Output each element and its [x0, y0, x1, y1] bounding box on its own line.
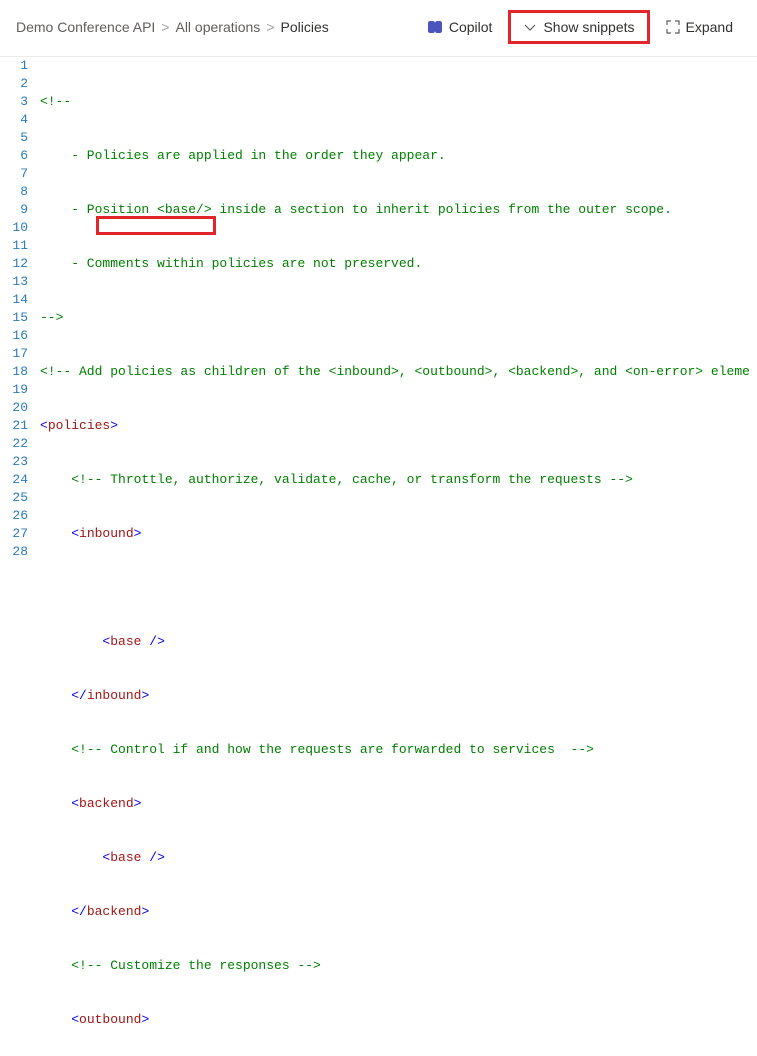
- breadcrumb-sep: >: [161, 19, 169, 35]
- breadcrumb-sep: >: [266, 19, 274, 35]
- code-line: - Comments within policies are not prese…: [40, 255, 757, 273]
- code-content[interactable]: <!-- - Policies are applied in the order…: [40, 57, 757, 1056]
- line-number: 5: [0, 129, 28, 147]
- header-actions: Copilot Show snippets Expand: [419, 10, 741, 44]
- line-number: 15: [0, 309, 28, 327]
- line-number: 13: [0, 273, 28, 291]
- header-bar: Demo Conference API > All operations > P…: [0, 0, 757, 57]
- line-number: 21: [0, 417, 28, 435]
- copilot-label: Copilot: [449, 19, 493, 35]
- line-number: 6: [0, 147, 28, 165]
- line-number: 23: [0, 453, 28, 471]
- line-number: 10: [0, 219, 28, 237]
- line-number: 9: [0, 201, 28, 219]
- code-line: -->: [40, 309, 757, 327]
- code-line: [40, 579, 757, 597]
- line-number: 3: [0, 93, 28, 111]
- line-number: 28: [0, 543, 28, 561]
- line-number: 18: [0, 363, 28, 381]
- code-line: <!-- Throttle, authorize, validate, cach…: [40, 471, 757, 489]
- code-line: <backend>: [40, 795, 757, 813]
- code-line: <base />: [40, 633, 757, 651]
- code-line: <!-- Control if and how the requests are…: [40, 741, 757, 759]
- code-line: <!-- Customize the responses -->: [40, 957, 757, 975]
- code-line: </backend>: [40, 903, 757, 921]
- line-number: 17: [0, 345, 28, 363]
- code-line: </inbound>: [40, 687, 757, 705]
- line-number: 4: [0, 111, 28, 129]
- line-number: 12: [0, 255, 28, 273]
- breadcrumb-item-policies: Policies: [281, 19, 329, 35]
- code-line: <policies>: [40, 417, 757, 435]
- line-number: 25: [0, 489, 28, 507]
- line-number: 2: [0, 75, 28, 93]
- expand-button[interactable]: Expand: [658, 15, 741, 39]
- line-number: 11: [0, 237, 28, 255]
- show-snippets-label: Show snippets: [543, 19, 634, 35]
- breadcrumb-item-api[interactable]: Demo Conference API: [16, 19, 155, 35]
- line-number: 19: [0, 381, 28, 399]
- chevron-down-icon: [523, 20, 537, 34]
- expand-icon: [666, 20, 680, 34]
- code-line: - Policies are applied in the order they…: [40, 147, 757, 165]
- show-snippets-button[interactable]: Show snippets: [508, 10, 649, 44]
- line-number: 22: [0, 435, 28, 453]
- line-number: 14: [0, 291, 28, 309]
- line-number: 26: [0, 507, 28, 525]
- line-number: 16: [0, 327, 28, 345]
- code-line: <!-- Add policies as children of the <in…: [40, 363, 757, 381]
- code-line: - Position <base/> inside a section to i…: [40, 201, 757, 219]
- expand-label: Expand: [686, 19, 733, 35]
- breadcrumb: Demo Conference API > All operations > P…: [16, 19, 329, 35]
- copilot-button[interactable]: Copilot: [419, 15, 501, 39]
- code-line: <outbound>: [40, 1011, 757, 1029]
- line-number: 8: [0, 183, 28, 201]
- line-number: 7: [0, 165, 28, 183]
- copilot-icon: [427, 19, 443, 35]
- line-number-gutter: 1 2 3 4 5 6 7 8 9 10 11 12 13 14 15 16 1…: [0, 57, 40, 1056]
- line-number: 1: [0, 57, 28, 75]
- code-line: <!--: [40, 93, 757, 111]
- code-editor[interactable]: 1 2 3 4 5 6 7 8 9 10 11 12 13 14 15 16 1…: [0, 57, 757, 1056]
- line-number: 24: [0, 471, 28, 489]
- line-number: 20: [0, 399, 28, 417]
- code-line: <base />: [40, 849, 757, 867]
- breadcrumb-item-operations[interactable]: All operations: [175, 19, 260, 35]
